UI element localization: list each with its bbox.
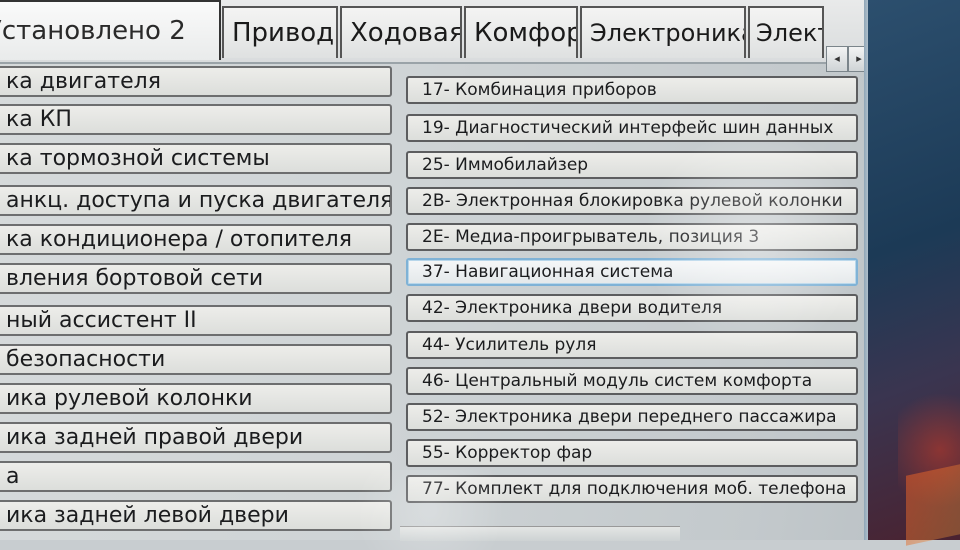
left-list-item[interactable]: безопасности <box>0 344 392 375</box>
right-list-item[interactable]: 44- Усилитель руля <box>406 331 858 359</box>
left-list-item[interactable]: ка двигателя <box>0 66 392 97</box>
right-list-item[interactable]: 2E- Медиа-проигрыватель, позиция 3 <box>406 223 858 251</box>
chevron-left-icon: ◂ <box>834 52 840 65</box>
left-list-item[interactable]: анкц. доступа и пуска двигателя <box>0 185 392 216</box>
left-list-item[interactable]: вления бортовой сети <box>0 263 392 294</box>
application-window: Установлено 2 Привод Ходовая Комфорт Эле… <box>0 0 960 550</box>
tab-electronics-2[interactable]: Электр <box>748 6 824 58</box>
right-list-item[interactable]: 42- Электроника двери водителя <box>406 294 858 322</box>
chevron-right-icon: ▸ <box>856 52 862 65</box>
right-list-item[interactable]: 46- Центральный модуль систем комфорта <box>406 367 858 395</box>
bottom-panel <box>400 526 680 541</box>
tab-chassis[interactable]: Ходовая <box>340 6 462 58</box>
right-list-item[interactable]: 55- Корректор фар <box>406 439 858 467</box>
right-list-item[interactable]: 19- Диагностический интерфейс шин данных <box>406 114 858 142</box>
windows-logo-icon <box>906 464 960 546</box>
tab-electronics-1[interactable]: Электроника 1 <box>580 6 746 58</box>
tab-comfort[interactable]: Комфорт <box>464 6 578 58</box>
right-list-item-selected[interactable]: 37- Навигационная система <box>406 258 858 286</box>
left-list-item[interactable]: ика рулевой колонки <box>0 383 392 414</box>
left-list-item[interactable]: ка кондиционера / отопителя <box>0 224 392 255</box>
left-list-item[interactable]: ка тормозной системы <box>0 143 392 174</box>
right-list-item[interactable]: 52- Электроника двери переднего пассажир… <box>406 403 858 431</box>
tab-installed-2[interactable]: Установлено 2 <box>0 0 221 60</box>
left-list-item[interactable]: а <box>0 461 392 492</box>
right-list-item[interactable]: 2B- Электронная блокировка рулевой колон… <box>406 187 858 215</box>
desktop-background <box>868 0 960 546</box>
left-list-item[interactable]: ика задней левой двери <box>0 500 392 531</box>
left-list-item[interactable]: ика задней правой двери <box>0 422 392 453</box>
tab-scroll-left-button[interactable]: ◂ <box>826 46 848 72</box>
tab-drive[interactable]: Привод <box>222 6 338 58</box>
tab-strip: Установлено 2 Привод Ходовая Комфорт Эле… <box>0 0 870 72</box>
right-list-item[interactable]: 25- Иммобилайзер <box>406 151 858 179</box>
left-list-item[interactable]: ный ассистент II <box>0 305 392 336</box>
right-list-item[interactable]: 17- Комбинация приборов <box>406 76 858 104</box>
right-list-item[interactable]: 77- Комплект для подключения моб. телефо… <box>406 475 858 503</box>
left-list-item[interactable]: ка КП <box>0 104 392 135</box>
